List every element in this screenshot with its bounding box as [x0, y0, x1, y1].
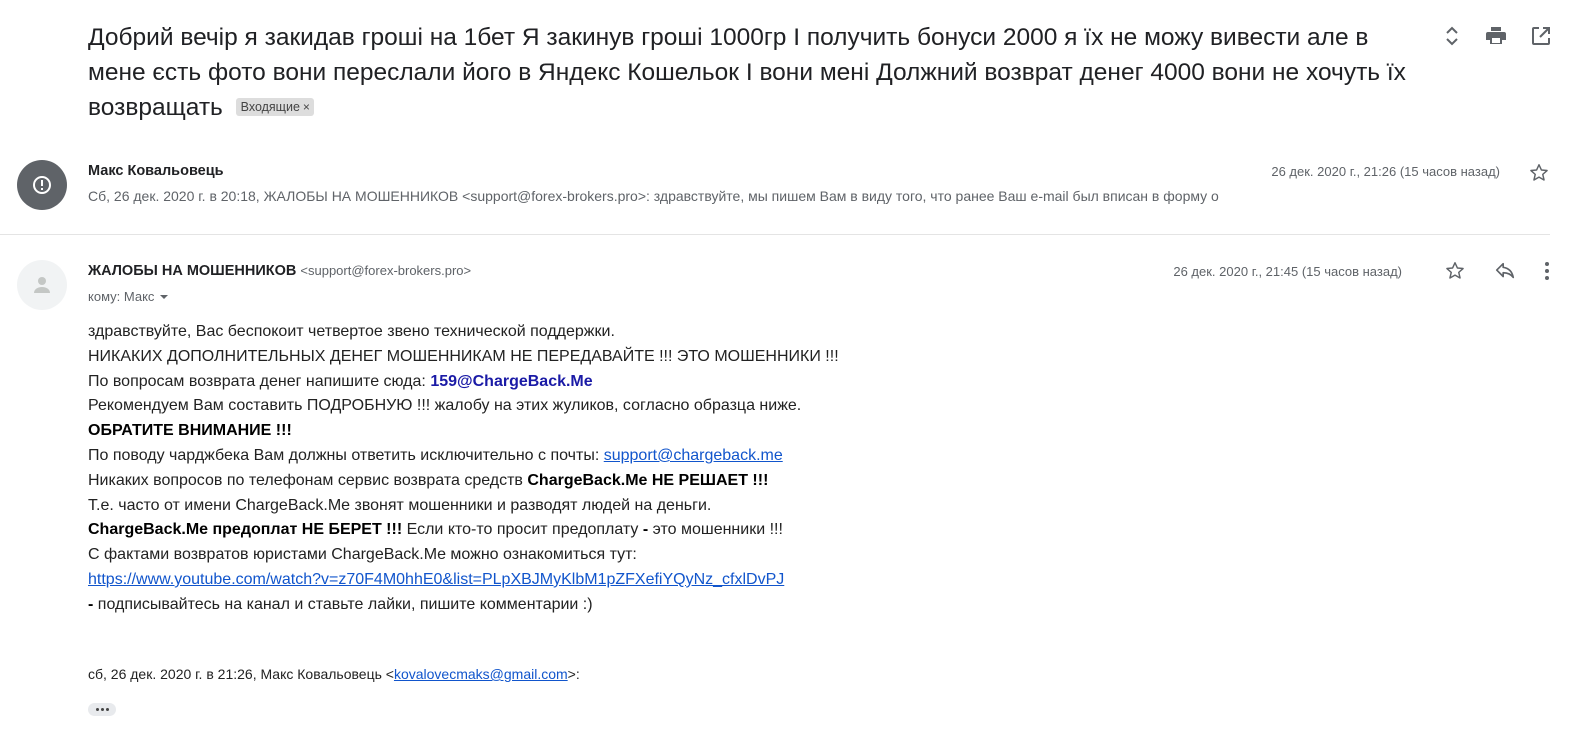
body-line: Т.е. часто от имени ChargeBack.Me звонят… — [88, 496, 712, 514]
quoted-header: сб, 26 дек. 2020 г. в 21:26, Макс Коваль… — [88, 666, 580, 682]
body-line: ChargeBack.Me предоплат НЕ БЕРЕТ !!! Есл… — [88, 518, 839, 543]
quote-text: >: — [567, 666, 580, 682]
body-text: По поводу чарджбека Вам должны ответить … — [88, 446, 604, 464]
body-line: https://www.youtube.com/watch?v=z70F4M0h… — [88, 568, 839, 593]
body-text: подписывайтесь на канал и ставьте лайки,… — [93, 595, 593, 613]
message-divider — [0, 234, 1550, 235]
body-line: По вопросам возврата денег напишите сюда… — [88, 370, 839, 395]
print-icon[interactable] — [1484, 24, 1508, 48]
body-line: По поводу чарджбека Вам должны ответить … — [88, 444, 839, 469]
body-line: ОБРАТИТЕ ВНИМАНИЕ !!! — [88, 419, 839, 444]
body-line: Никаких вопросов по телефонам сервис воз… — [88, 469, 839, 494]
sender-email: <support@forex-brokers.pro> — [300, 263, 472, 278]
more-options-icon[interactable] — [1544, 260, 1550, 282]
exclamation-circle-icon — [33, 176, 51, 194]
message1-snippet: Сб, 26 дек. 2020 г. в 20:18, ЖАЛОБЫ НА М… — [88, 188, 1219, 204]
body-text: По вопросам возврата денег напишите сюда… — [88, 372, 431, 390]
refund-email: 159@ChargeBack.Me — [430, 372, 593, 390]
body-bold-text: ChargeBack.Me НЕ РЕШАЕТ !!! — [527, 471, 769, 489]
body-line: НИКАКИХ ДОПОЛНИТЕЛЬНЫХ ДЕНЕГ МОШЕННИКАМ … — [88, 347, 839, 365]
body-line: - подписывайтесь на канал и ставьте лайк… — [88, 593, 839, 618]
thread-toolbar — [1442, 24, 1552, 48]
open-new-window-icon[interactable] — [1530, 25, 1552, 47]
sender-name: ЖАЛОБЫ НА МОШЕННИКОВ — [88, 263, 297, 279]
quote-text: сб, 26 дек. 2020 г. в 21:26, Макс Коваль… — [88, 666, 394, 682]
body-bold-text: ChargeBack.Me предоплат НЕ БЕРЕТ !!! — [88, 521, 403, 539]
attention-text: ОБРАТИТЕ ВНИМАНИЕ !!! — [88, 422, 292, 440]
message-body: здравствуйте, Вас беспокоит четвертое зв… — [88, 320, 839, 618]
inbox-label-text: Входящие — [240, 100, 300, 114]
star-icon[interactable] — [1528, 162, 1550, 189]
body-line: С фактами возвратов юристами ChargeBack.… — [88, 546, 637, 564]
remove-label-icon[interactable]: × — [303, 100, 310, 114]
collapsed-message[interactable]: Макс Ковальовець Сб, 26 дек. 2020 г. в 2… — [0, 150, 1574, 234]
chevron-down-icon[interactable] — [158, 291, 170, 303]
warning-avatar — [17, 160, 67, 210]
recipient-details[interactable]: кому: Макс — [88, 289, 170, 304]
message1-sender: Макс Ковальовець — [88, 163, 224, 179]
avatar — [17, 260, 67, 310]
youtube-link[interactable]: https://www.youtube.com/watch?v=z70F4M0h… — [88, 571, 784, 588]
quote-email-link[interactable]: kovalovecmaks@gmail.com — [394, 666, 568, 682]
message2-sender[interactable]: ЖАЛОБЫ НА МОШЕННИКОВ <support@forex-broke… — [88, 263, 471, 279]
star-icon[interactable] — [1444, 260, 1466, 282]
message1-date: 26 дек. 2020 г., 21:26 (15 часов назад) — [1271, 164, 1500, 179]
person-icon — [34, 277, 50, 293]
message-actions — [1444, 260, 1550, 282]
message2-date: 26 дек. 2020 г., 21:45 (15 часов назад) — [1173, 264, 1402, 279]
body-line: Рекомендуем Вам составить ПОДРОБНУЮ !!! … — [88, 397, 802, 415]
body-text: Если кто-то просит предоплату — [402, 521, 643, 539]
show-trimmed-content-button[interactable] — [88, 703, 116, 716]
expand-collapse-icon[interactable] — [1442, 24, 1462, 48]
body-text: это мошенники !!! — [648, 521, 783, 539]
email-subject: Добрий вечір я закидав гроші на 1бет Я з… — [88, 20, 1408, 125]
reply-icon[interactable] — [1494, 260, 1516, 282]
body-text: Никаких вопросов по телефонам сервис воз… — [88, 471, 528, 489]
recipient-text: кому: Макс — [88, 289, 155, 304]
body-line: здравствуйте, Вас беспокоит четвертое зв… — [88, 323, 615, 340]
support-email-link[interactable]: support@chargeback.me — [604, 447, 783, 464]
inbox-label-chip[interactable]: Входящие × — [235, 98, 314, 116]
